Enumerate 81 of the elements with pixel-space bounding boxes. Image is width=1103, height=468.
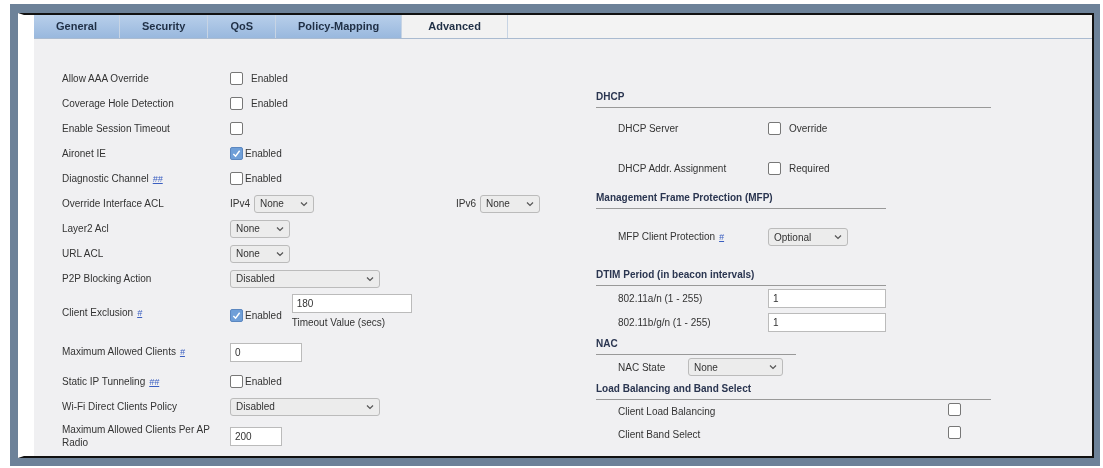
option-label: Enabled [245,147,282,161]
footnote-link[interactable]: # [137,308,143,318]
tab[interactable]: QoS [208,15,276,38]
footnote-link[interactable]: ## [152,173,163,184]
field-label: 802.11a/n (1 - 255) [618,292,703,304]
option-label: Enabled [245,375,282,389]
option-label: Enabled [245,308,282,323]
chevron-down-icon [769,364,777,370]
checkbox[interactable] [230,308,243,322]
checkbox[interactable] [230,97,243,110]
chevron-down-icon [366,403,374,410]
section-heading: Management Frame Protection (MFP) [596,192,773,203]
section-heading: Load Balancing and Band Select [596,383,752,394]
input-field[interactable]: 200 [230,426,282,446]
checkbox[interactable] [230,375,243,388]
footnote-link[interactable]: # [719,232,725,243]
input-field[interactable]: 1 [768,312,886,332]
dropdown[interactable]: Disabled [230,397,380,416]
tab[interactable]: General [34,15,120,38]
field-label: Static IP Tunneling [62,375,146,387]
option-label: Override [789,121,828,136]
tab[interactable]: Security [119,15,209,38]
option-label: Enabled [245,172,282,186]
chevron-down-icon [300,200,308,207]
input-field[interactable]: 1 [768,288,886,308]
checkbox[interactable] [768,161,781,175]
field-label: Client Band Select [618,429,701,440]
field-label: MFP Client Protection [618,231,716,243]
input-field[interactable]: 180 [291,293,412,313]
dropdown[interactable]: None [688,358,783,376]
dropdown[interactable]: None [230,244,290,263]
field-label: Coverage Hole Detection [62,98,174,109]
field-label: Enable Session Timeout [62,123,170,134]
chevron-down-icon [276,225,284,232]
field-label: Aironet IE [62,148,106,159]
section-heading: DHCP [596,91,625,102]
field-label: DHCP Addr. Assignment [618,162,727,174]
option-label: Enabled [251,72,288,86]
field-label: Client Load Balancing [618,406,716,417]
checkbox[interactable] [948,403,961,416]
field-label: Override Interface ACL [62,198,164,209]
field-label: P2P Blocking Action [62,273,152,284]
chevron-down-icon [526,200,534,207]
field-label: Diagnostic Channel [62,172,149,184]
dropdown[interactable]: Optional [768,228,848,246]
checkbox[interactable] [948,426,961,439]
chevron-down-icon [366,275,374,282]
field-label: Client Exclusion [62,307,134,318]
timeout-caption: Timeout Value (secs) [291,315,387,330]
check-icon [232,149,241,158]
footnote-link[interactable]: ## [149,376,160,387]
field-label: 802.11b/g/n (1 - 255) [618,316,711,328]
field-label: Maximum Allowed Clients Per AP Radio [62,424,210,448]
checkbox[interactable] [230,147,243,160]
dropdown[interactable]: None [230,219,290,238]
dropdown[interactable]: None [480,194,540,213]
section-heading: NAC [596,338,618,349]
chevron-down-icon [834,234,842,240]
field-label: Maximum Allowed Clients [62,346,176,357]
ipv4-label: IPv4 [230,197,250,211]
tab[interactable]: Policy-Mapping [276,15,403,38]
section-heading: DTIM Period (in beacon intervals) [596,269,755,280]
field-label: DHCP Server [618,122,679,134]
checkbox[interactable] [230,72,243,85]
option-label: Enabled [251,97,288,111]
ipv6-label: IPv6 [456,197,476,211]
footnote-link[interactable]: # [179,347,185,357]
field-label: Wi-Fi Direct Clients Policy [62,401,177,412]
dropdown[interactable]: Disabled [230,269,380,288]
field-label: Layer2 Acl [62,223,109,234]
field-label: URL ACL [62,248,104,259]
field-label: NAC State [618,361,666,373]
chevron-down-icon [276,250,284,257]
checkbox[interactable] [230,122,243,135]
option-label: Required [789,161,830,176]
check-icon [232,310,241,320]
dropdown[interactable]: None [254,194,314,213]
input-field[interactable]: 0 [230,342,302,362]
checkbox[interactable] [230,172,243,185]
field-label: Allow AAA Override [62,73,149,84]
checkbox[interactable] [768,121,781,135]
